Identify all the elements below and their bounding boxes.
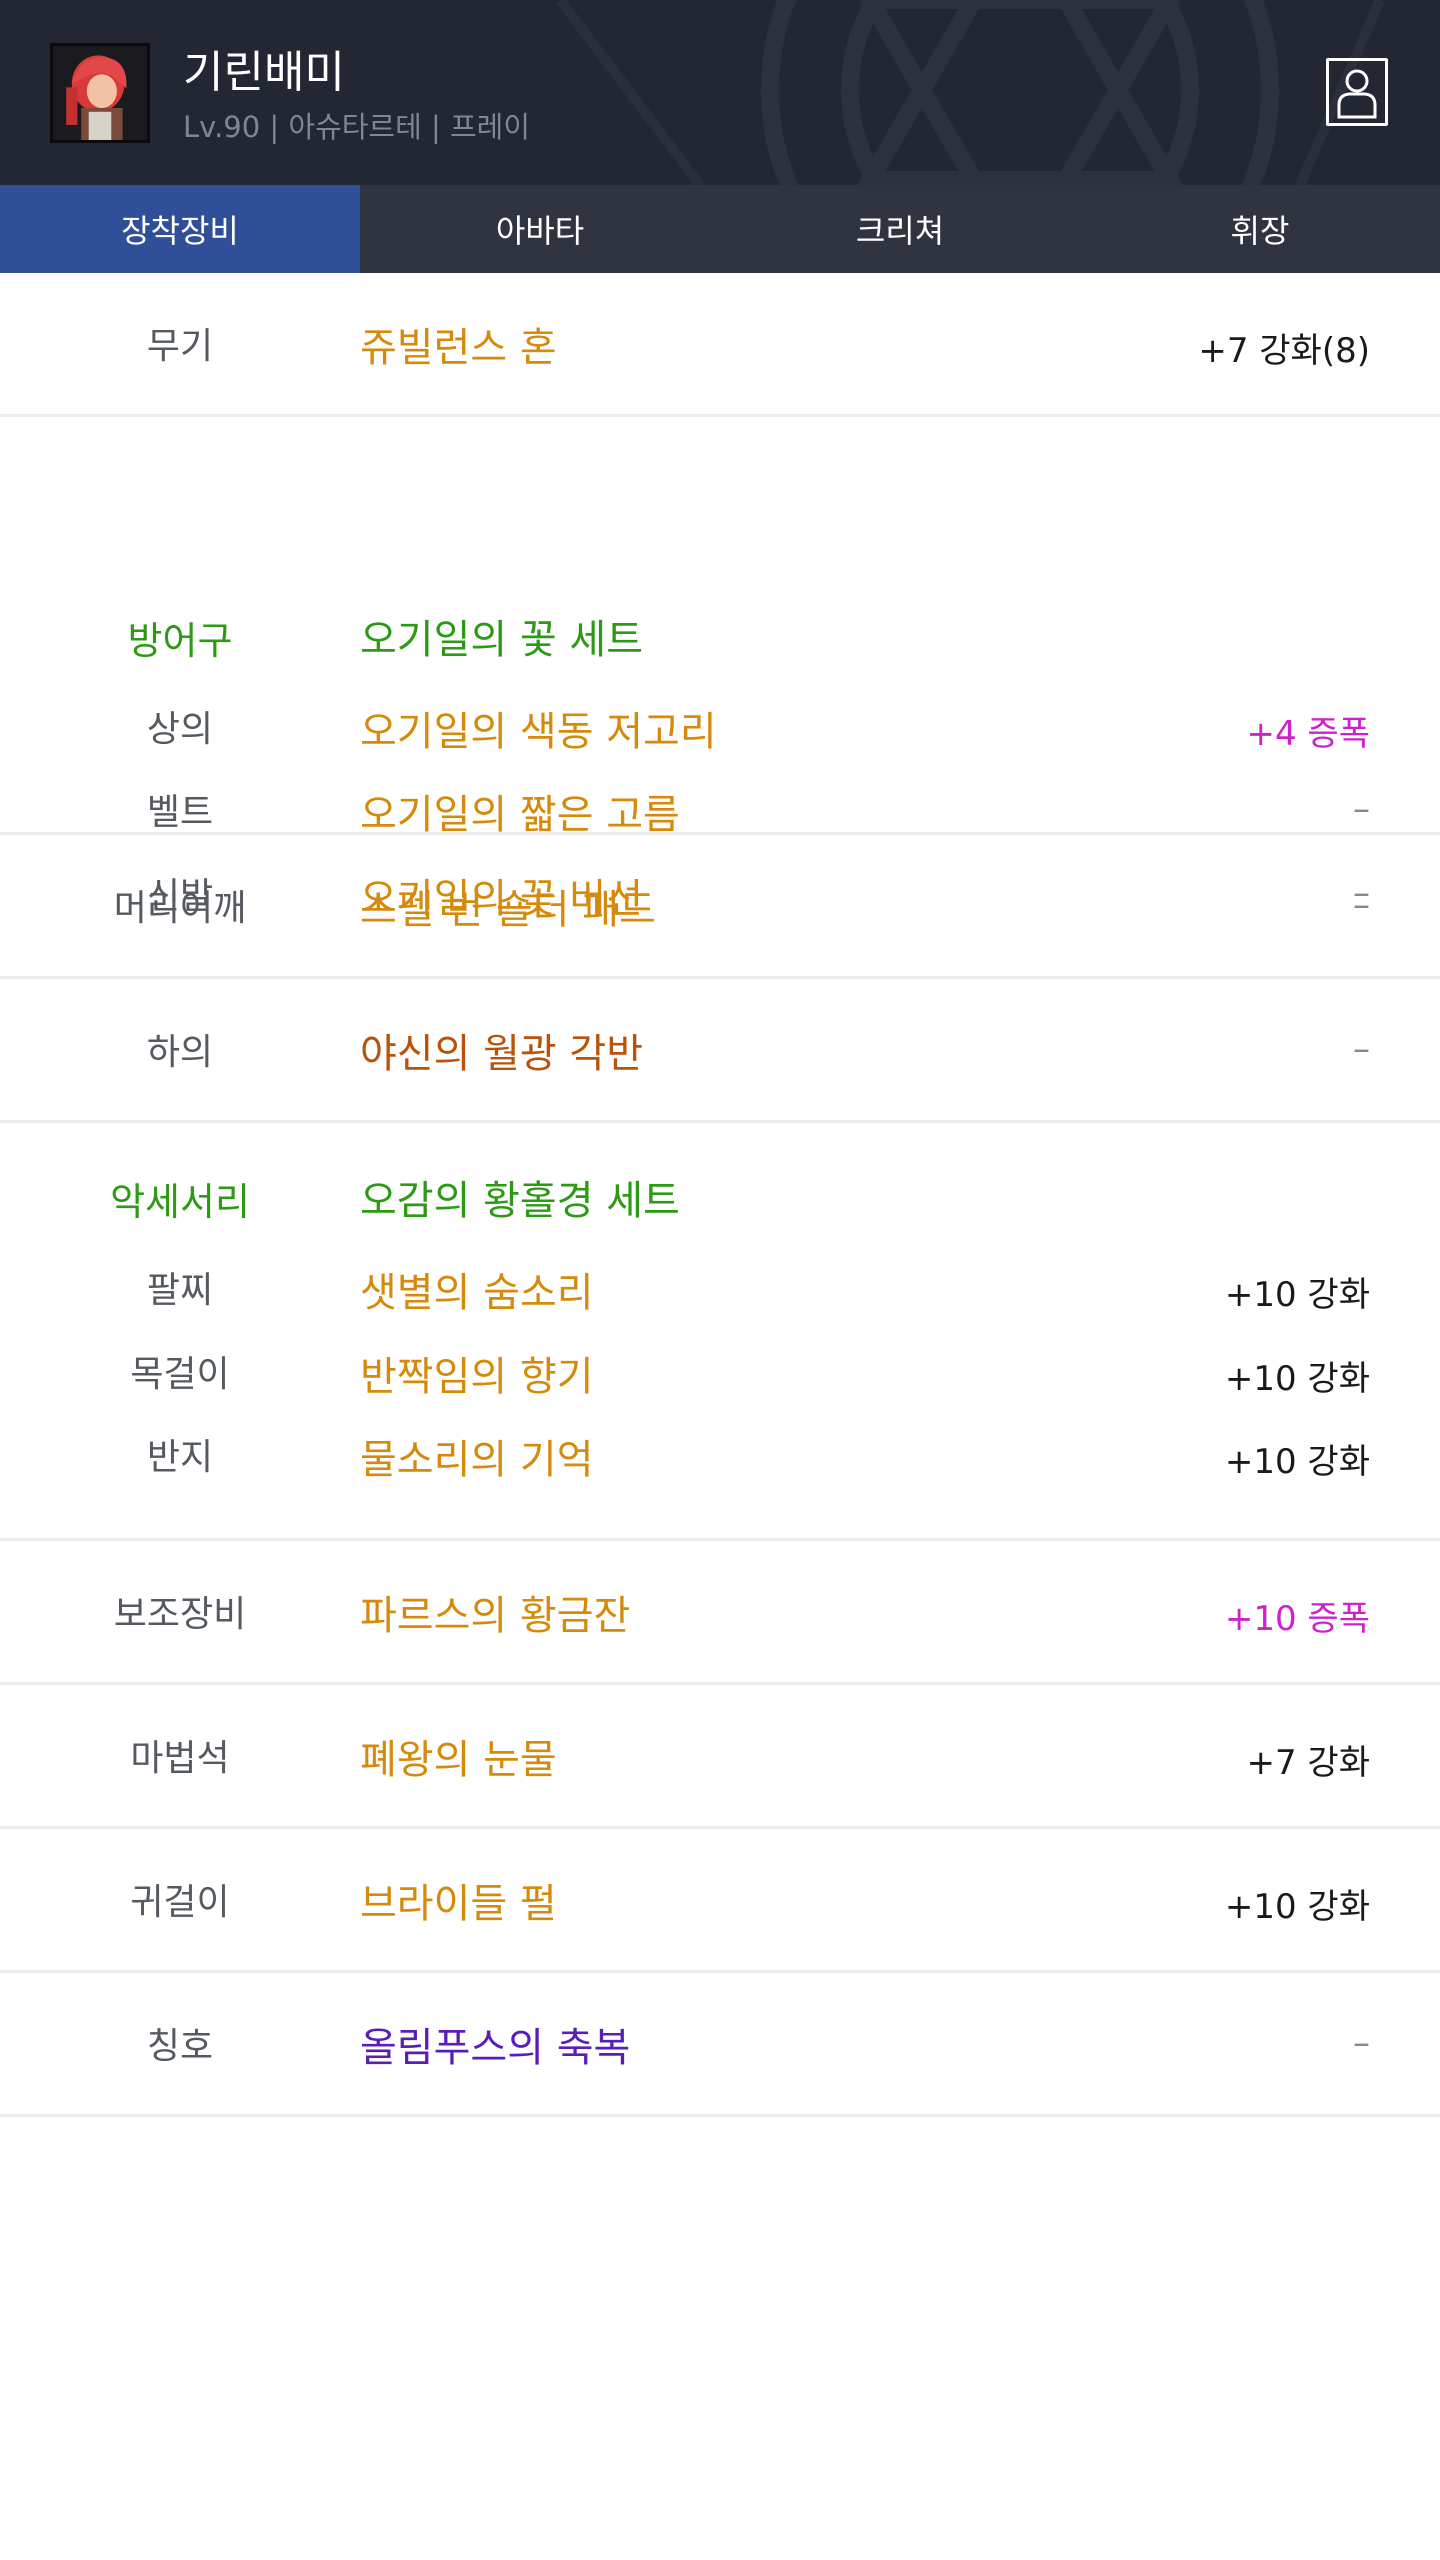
item-name-top[interactable]: 오기일의 색동 저고리 [360, 699, 717, 757]
item-name: 폐왕의 눈물 [360, 1737, 557, 1783]
tab-avatar[interactable]: 아바타 [360, 185, 720, 273]
slot-label: 하의 [146, 1032, 214, 1073]
upgrade-value-ring: +10 강화 [1224, 1442, 1370, 1482]
slot-label: 보조장비 [113, 1594, 247, 1635]
slot-label: 귀걸이 [130, 1882, 230, 1923]
armor-group-label: 방어구 [127, 619, 233, 663]
item-name: 파르스의 황금잔 [360, 1593, 631, 1639]
slot-label-top: 상의 [146, 709, 214, 750]
title-section: 칭호 올림푸스의 축복 – [0, 1973, 1440, 2117]
item-name: 올림푸스의 축복 [360, 2025, 631, 2071]
upgrade-value-necklace: +10 강화 [1224, 1359, 1370, 1399]
slot-label: 칭호 [146, 2026, 214, 2067]
upgrade-value: +7 강화(8) [1198, 331, 1370, 371]
item-name: 브라이들 펄 [360, 1881, 557, 1927]
item-name: 야신의 월광 각반 [360, 1031, 644, 1077]
equipment-list: 무기 쥬빌런스 혼 +7 강화(8) 방어구 오기일의 꽃 세트 상의 오기일의… [0, 273, 1440, 2117]
slot-label-ring: 반지 [146, 1437, 214, 1478]
upgrade-value-bracelet: +10 강화 [1224, 1275, 1370, 1315]
profile-button[interactable] [1326, 58, 1388, 126]
tab-insignia[interactable]: 휘장 [1080, 185, 1440, 273]
accessory-group-label: 악세서리 [110, 1180, 250, 1224]
character-info: Lv.90 | 아슈타르테 | 프레이 [183, 110, 531, 144]
upgrade-value-top: +4 증폭 [1246, 714, 1371, 754]
slot-label: 무기 [146, 326, 214, 367]
magic-stone-section: 마법석 폐왕의 눈물 +7 강화 [0, 1685, 1440, 1829]
upgrade-value: – [1353, 885, 1370, 925]
accessory-set-name: 오감의 황홀경 세트 [360, 1178, 680, 1224]
slot-label-bracelet: 팔찌 [146, 1270, 214, 1311]
item-name-bracelet[interactable]: 샛별의 숨소리 [360, 1260, 594, 1318]
item-name: 쥬빌런스 혼 [360, 325, 557, 371]
upgrade-value: – [1353, 1029, 1370, 1069]
upgrade-value: +10 증폭 [1224, 1599, 1370, 1639]
character-header: 기린배미 Lv.90 | 아슈타르테 | 프레이 [0, 0, 1440, 185]
sub-equipment-section: 보조장비 파르스의 황금잔 +10 증폭 [0, 1541, 1440, 1685]
item-name-necklace[interactable]: 반짝임의 향기 [360, 1344, 594, 1402]
slot-label-belt: 벨트 [146, 792, 214, 833]
upgrade-value: – [1353, 2023, 1370, 2063]
tab-equipped[interactable]: 장착장비 [0, 185, 360, 273]
accessory-section: 악세서리 오감의 황홀경 세트 팔찌 샛별의 숨소리 +10 강화 목걸이 반짝… [0, 1123, 1440, 1541]
item-name-belt[interactable]: 오기일의 짧은 고름 [360, 782, 680, 840]
character-name: 기린배미 [183, 47, 345, 98]
item-name: 스펠 번 숄더 패드 [360, 887, 656, 933]
person-icon [1337, 69, 1377, 119]
earring-section: 귀걸이 브라이들 펄 +10 강화 [0, 1829, 1440, 1973]
tab-creature[interactable]: 크리쳐 [720, 185, 1080, 273]
slot-label-necklace: 목걸이 [130, 1354, 230, 1395]
upgrade-value-belt: – [1353, 789, 1370, 829]
upgrade-value: +10 강화 [1224, 1887, 1370, 1927]
pants-section: 하의 야신의 월광 각반 – [0, 979, 1440, 1123]
tab-bar: 장착장비 아바타 크리쳐 휘장 [0, 185, 1440, 273]
shoulder-section: 머리어깨 스펠 번 숄더 패드 – [0, 835, 1440, 979]
slot-label: 마법석 [130, 1738, 230, 1779]
upgrade-value: +7 강화 [1246, 1743, 1371, 1783]
item-name-ring[interactable]: 물소리의 기억 [360, 1427, 594, 1485]
armor-set-name: 오기일의 꽃 세트 [360, 617, 644, 663]
weapon-section: 무기 쥬빌런스 혼 +7 강화(8) [0, 273, 1440, 417]
armor-section: 방어구 오기일의 꽃 세트 상의 오기일의 색동 저고리 +4 증폭 벨트 오기… [0, 417, 1440, 922]
character-portrait-icon [53, 46, 147, 140]
character-avatar[interactable] [50, 43, 150, 143]
slot-label: 머리어깨 [113, 888, 247, 929]
